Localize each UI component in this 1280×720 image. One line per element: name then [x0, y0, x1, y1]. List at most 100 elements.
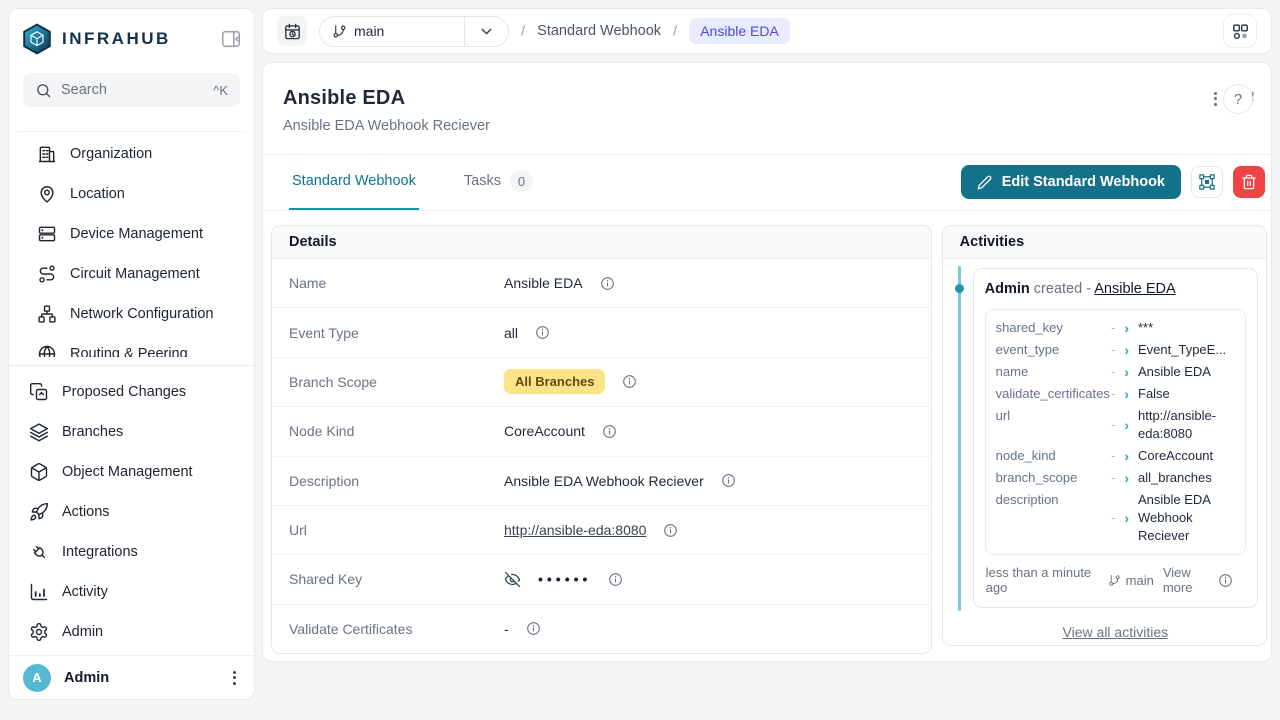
sidebar-item-label: Network Configuration [70, 306, 213, 322]
property-row: node_kind-›CoreAccount [996, 445, 1235, 467]
chevron-right-icon: › [1124, 471, 1129, 485]
delete-button[interactable] [1233, 166, 1265, 198]
schema-visualizer-button[interactable] [1223, 14, 1257, 48]
info-icon[interactable] [602, 424, 617, 439]
object-menu-kebab-icon[interactable] [1210, 88, 1221, 110]
app-window: INFRAHUB Search ^K Organization [0, 0, 1280, 720]
logo-text: INFRAHUB [62, 29, 171, 49]
detail-row-description: Description Ansible EDA Webhook Reciever [272, 457, 931, 506]
sidebar-item-admin[interactable]: Admin [17, 612, 246, 652]
help-button[interactable]: ? [1223, 84, 1253, 114]
breadcrumb-schema[interactable]: Standard Webhook [537, 23, 661, 39]
url-link[interactable]: http://ansible-eda:8080 [504, 522, 646, 538]
git-branch-icon [332, 24, 347, 39]
sidebar-item-label: Device Management [70, 226, 203, 242]
info-icon[interactable] [608, 572, 623, 587]
detail-row-event-type: Event Type all [272, 308, 931, 357]
sidebar-item-object-management[interactable]: Object Management [17, 452, 246, 492]
activity-actor: Admin [985, 281, 1030, 297]
eye-off-icon[interactable] [504, 571, 521, 588]
tasks-count-badge: 0 [510, 170, 533, 192]
details-panel: Details Name Ansible EDA Event Type all … [271, 225, 932, 654]
chevron-right-icon: › [1124, 321, 1129, 335]
details-header: Details [272, 226, 931, 259]
sidebar-item-label: Location [70, 186, 125, 202]
rocket-icon [29, 502, 49, 522]
activity-target-link[interactable]: Ansible EDA [1094, 281, 1175, 297]
tab-standard-webhook[interactable]: Standard Webhook [289, 155, 419, 210]
time-travel-button[interactable] [277, 16, 307, 46]
sidebar-item-activity[interactable]: Activity [17, 572, 246, 612]
infrahub-logo-icon [21, 23, 53, 55]
sidebar-item-label: Proposed Changes [62, 384, 186, 400]
sidebar-item-integrations[interactable]: Integrations [17, 532, 246, 572]
activity-entry-title: Admin created - Ansible EDA [985, 281, 1246, 297]
manage-groups-button[interactable] [1191, 166, 1223, 198]
sidebar-item-network-configuration[interactable]: Network Configuration [17, 294, 246, 334]
nav-primary: Organization Location Device Management … [17, 131, 246, 357]
info-icon[interactable] [600, 276, 615, 291]
info-icon[interactable] [535, 325, 550, 340]
breadcrumb-separator: / [673, 23, 677, 40]
detail-value: - [504, 621, 509, 637]
search-icon [35, 82, 52, 99]
search-placeholder: Search [61, 82, 204, 98]
sidebar-item-actions[interactable]: Actions [17, 492, 246, 532]
search-shortcut: ^K [213, 83, 228, 98]
activity-branch: main [1108, 573, 1154, 588]
main-panel: Ansible EDA Ansible EDA Webhook Reciever… [262, 62, 1272, 662]
info-icon[interactable] [663, 523, 678, 538]
sidebar-item-circuit-management[interactable]: Circuit Management [17, 254, 246, 294]
chevron-down-icon [465, 23, 508, 40]
edit-button[interactable]: Edit Standard Webhook [961, 165, 1181, 199]
info-icon[interactable] [721, 473, 736, 488]
detail-row-shared-key: Shared Key •••••• [272, 555, 931, 604]
sidebar-item-location[interactable]: Location [17, 174, 246, 214]
detail-value: all [504, 325, 518, 341]
sidebar-item-label: Circuit Management [70, 266, 200, 282]
title-block: Ansible EDA Ansible EDA Webhook Reciever… [263, 63, 1271, 155]
breadcrumb-object[interactable]: Ansible EDA [689, 18, 790, 44]
detail-row-name: Name Ansible EDA [272, 259, 931, 308]
property-row: branch_scope-›all_branches [996, 467, 1235, 489]
sidebar-item-label: Actions [62, 504, 110, 520]
timeline-dot [955, 284, 964, 293]
breadcrumb-separator: / [521, 23, 525, 40]
branch-selector[interactable]: main [319, 16, 509, 47]
activity-action: created - [1034, 281, 1091, 297]
topbar: main / Standard Webhook / Ansible EDA [262, 8, 1272, 54]
sidebar-collapse-icon[interactable] [220, 27, 244, 51]
timeline-line [958, 266, 961, 611]
chevron-right-icon: › [1124, 449, 1129, 463]
tab-tasks[interactable]: Tasks 0 [461, 155, 536, 210]
view-all-activities-link[interactable]: View all activities [973, 624, 1258, 640]
view-more-link[interactable]: View more [1163, 565, 1209, 595]
property-row: description-›Ansible EDA Webhook Recieve… [996, 489, 1235, 547]
sidebar-item-label: Activity [62, 584, 108, 600]
select-group-icon [1198, 173, 1216, 191]
sidebar-item-proposed-changes[interactable]: Proposed Changes [17, 372, 246, 412]
chevron-right-icon: › [1124, 343, 1129, 357]
info-icon[interactable] [526, 621, 541, 636]
masked-secret: •••••• [538, 571, 591, 587]
detail-row-validate-certificates: Validate Certificates - [272, 605, 931, 653]
sidebar-divider [9, 365, 254, 366]
chevron-right-icon: › [1124, 418, 1129, 432]
sidebar-item-branches[interactable]: Branches [17, 412, 246, 452]
sidebar-item-label: Integrations [62, 544, 138, 560]
workflow-icon [1231, 22, 1250, 41]
info-icon[interactable] [1218, 573, 1233, 588]
detail-value: CoreAccount [504, 423, 585, 439]
sidebar-item-routing-peering[interactable]: Routing & Peering [17, 334, 246, 357]
sidebar-item-label: Object Management [62, 464, 193, 480]
git-branch-icon [1108, 574, 1121, 587]
user-menu-kebab-icon[interactable] [229, 667, 240, 689]
activity-entry-footer: less than a minute ago main View more [985, 555, 1246, 605]
info-icon[interactable] [622, 374, 637, 389]
sidebar-item-organization[interactable]: Organization [17, 134, 246, 174]
box-icon [29, 462, 49, 482]
property-row: name-›Ansible EDA [996, 361, 1235, 383]
search-input[interactable]: Search ^K [23, 73, 240, 107]
user-name: Admin [64, 670, 109, 686]
sidebar-item-device-management[interactable]: Device Management [17, 214, 246, 254]
